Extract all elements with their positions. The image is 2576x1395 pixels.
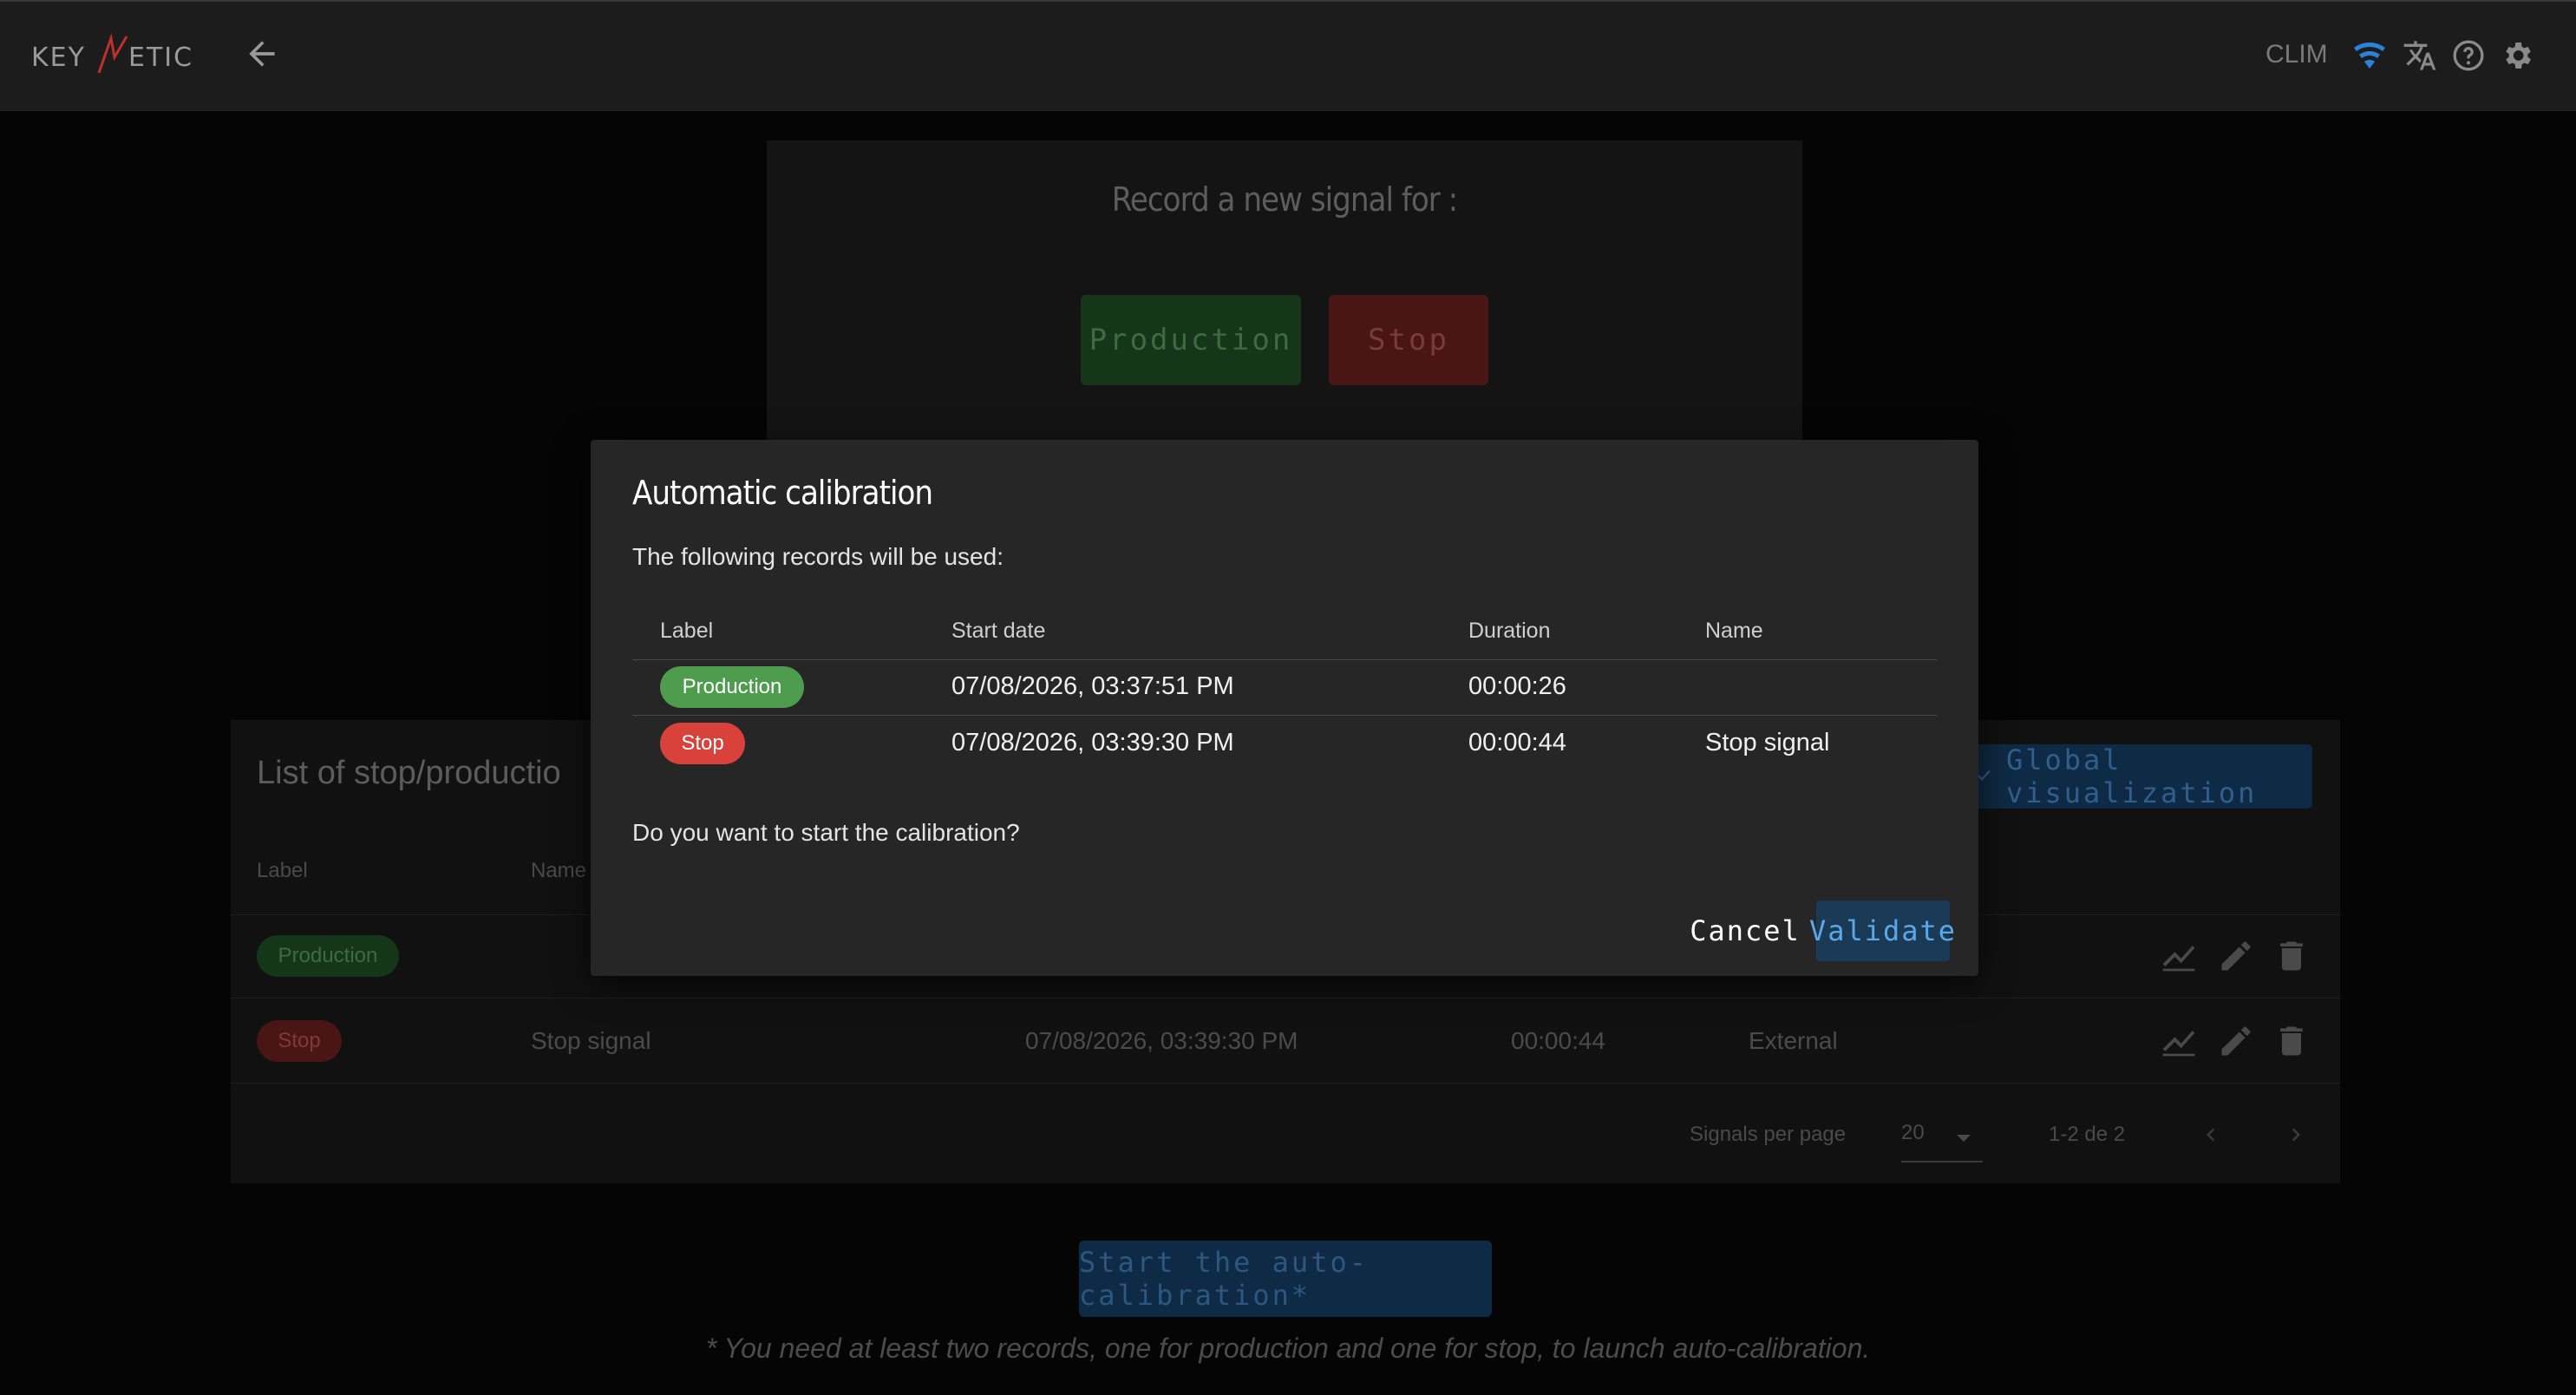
help-icon[interactable]: [2451, 38, 2486, 73]
start-auto-calibration-button[interactable]: Start the auto-calibration*: [1079, 1241, 1492, 1317]
dialog-row-name: Stop signal: [1705, 729, 1830, 756]
dialog-title: Automatic calibration: [632, 474, 933, 512]
dialog-column-name: Name: [1705, 619, 1763, 643]
divider: [632, 659, 1937, 660]
dialog-column-label: Label: [660, 619, 714, 643]
record-stop-button[interactable]: Stop: [1329, 295, 1488, 385]
auto-calibration-footnote: * You need at least two records, one for…: [705, 1333, 1871, 1364]
record-title: Record a new signal for :: [1111, 180, 1458, 219]
divider: [231, 1083, 2340, 1084]
dialog-row-duration: 00:00:44: [1468, 729, 1566, 756]
global-visualization-label: Global visualization: [2005, 743, 2258, 809]
bg-stop-name: Stop signal: [531, 1027, 651, 1054]
dialog-row-start-date: 07/08/2026, 03:39:30 PM: [951, 729, 1234, 756]
signals-per-page-label: Signals per page: [1690, 1123, 1847, 1146]
translate-icon[interactable]: [2403, 38, 2437, 73]
dropdown-arrow-icon: [1955, 1126, 1972, 1150]
edit-icon[interactable]: [2217, 937, 2255, 975]
list-title: List of stop/productio: [257, 755, 561, 791]
dialog-question: Do you want to start the calibration?: [632, 819, 1020, 846]
bg-stop-start-date: 07/08/2026, 03:39:30 PM: [1025, 1027, 1298, 1054]
per-page-value: 20: [1901, 1121, 1925, 1144]
per-page-select[interactable]: 20: [1901, 1121, 1983, 1162]
svg-text:ETIC: ETIC: [128, 43, 193, 73]
production-chip: Production: [660, 666, 804, 708]
global-visualization-button[interactable]: Global visualization: [1969, 743, 2312, 809]
top-bar: [0, 0, 2576, 111]
column-header-name: Name: [531, 859, 587, 882]
delete-icon[interactable]: [2272, 937, 2311, 975]
stop-chip: Stop: [660, 723, 745, 764]
record-production-button[interactable]: Production: [1081, 295, 1301, 385]
next-page-icon[interactable]: [2283, 1119, 2309, 1154]
wifi-icon[interactable]: [2352, 38, 2387, 73]
delete-icon[interactable]: [2272, 1022, 2311, 1060]
dialog-subtitle: The following records will be used:: [632, 543, 1004, 570]
column-header-label: Label: [257, 859, 308, 882]
validate-button[interactable]: Validate: [1809, 901, 1955, 961]
divider: [231, 998, 2340, 999]
dialog-column-start-date: Start date: [951, 619, 1046, 643]
bg-stop-chip: Stop: [257, 1020, 342, 1062]
divider: [632, 715, 1937, 716]
automatic-calibration-dialog: [591, 440, 1978, 976]
keynetic-logo: KEY ETIC: [31, 31, 213, 82]
dialog-row-duration: 00:00:26: [1468, 672, 1566, 700]
bg-stop-source: External: [1749, 1027, 1838, 1054]
pagination-range: 1-2 de 2: [2049, 1123, 2126, 1146]
previous-page-icon[interactable]: [2198, 1119, 2224, 1154]
dialog-column-duration: Duration: [1468, 619, 1551, 643]
svg-text:KEY: KEY: [31, 43, 86, 73]
dialog-row-start-date: 07/08/2026, 03:37:51 PM: [951, 672, 1234, 700]
device-name: CLIM: [2265, 40, 2328, 69]
chart-line-icon[interactable]: [2160, 1022, 2198, 1060]
back-arrow-icon[interactable]: [243, 35, 281, 73]
gear-icon[interactable]: [2500, 38, 2534, 73]
edit-icon[interactable]: [2217, 1022, 2255, 1060]
cancel-button[interactable]: Cancel: [1690, 901, 1799, 961]
bg-stop-duration: 00:00:44: [1511, 1027, 1605, 1054]
chart-line-icon[interactable]: [2160, 937, 2198, 975]
bg-production-chip: Production: [257, 935, 399, 977]
